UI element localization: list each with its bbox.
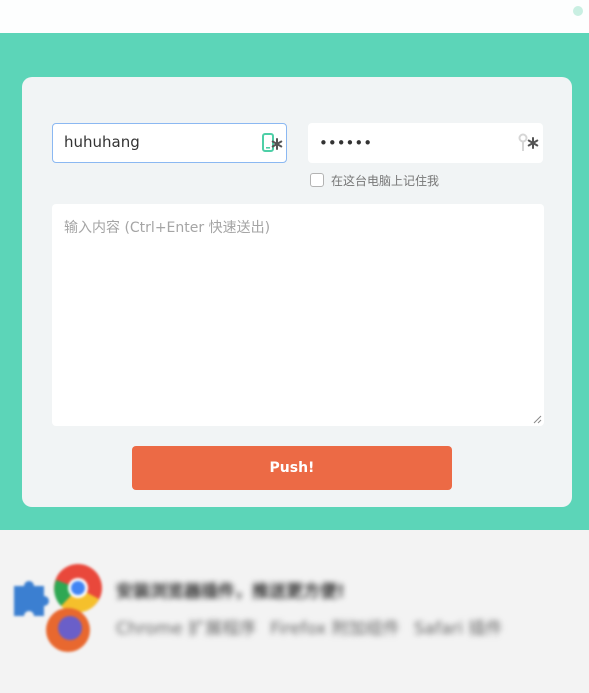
password-input[interactable]: [319, 123, 499, 163]
promo-links: Chrome 扩展程序 Firefox 附加组件 Safari 插件: [116, 614, 503, 639]
phone-key-icon: [262, 133, 283, 152]
remember-checkbox[interactable]: [310, 173, 324, 187]
password-field[interactable]: [308, 123, 543, 163]
safari-plugin-link[interactable]: Safari 插件: [414, 614, 503, 639]
extension-promo: 安装浏览器插件，推送更方便! Chrome 扩展程序 Firefox 附加组件 …: [0, 530, 589, 693]
username-field[interactable]: [52, 123, 287, 163]
push-form-card: 在这台电脑上记住我 Push!: [22, 77, 572, 507]
browser-extensions-icon: [14, 564, 102, 652]
content-input[interactable]: [52, 204, 544, 426]
promo-title: 安装浏览器插件，推送更方便!: [116, 582, 345, 602]
resize-handle-icon[interactable]: [533, 415, 542, 424]
content-area[interactable]: [52, 204, 544, 426]
username-input[interactable]: [64, 123, 244, 161]
remember-me[interactable]: 在这台电脑上记住我: [310, 171, 439, 189]
remember-label: 在这台电脑上记住我: [331, 173, 440, 188]
key-icon: [518, 133, 539, 151]
top-bar: [0, 0, 589, 33]
firefox-addon-link[interactable]: Firefox 附加组件: [270, 614, 400, 639]
push-button[interactable]: Push!: [132, 446, 452, 490]
chrome-extension-link[interactable]: Chrome 扩展程序: [116, 614, 256, 639]
corner-dot-icon: [573, 6, 583, 16]
